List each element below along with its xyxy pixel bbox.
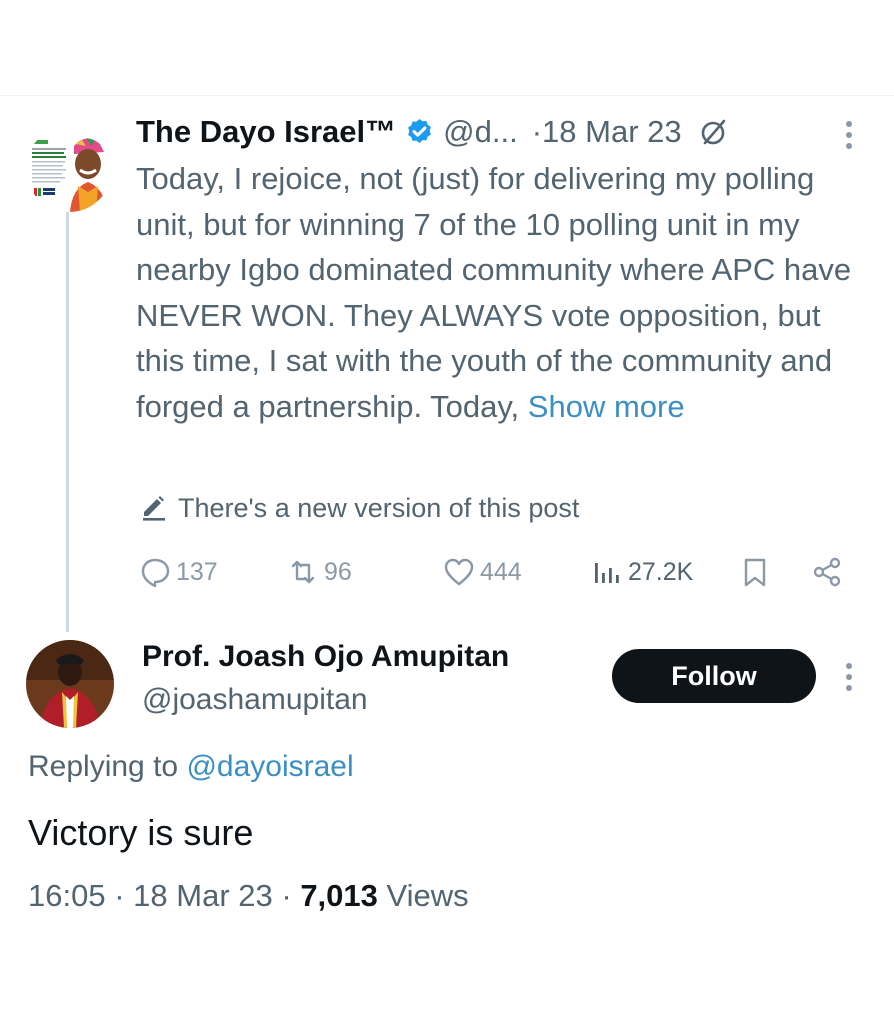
parent-author-handle[interactable]: @d... — [443, 114, 518, 150]
new-version-text: There's a new version of this post — [178, 492, 580, 523]
parent-tweet-text: Today, I rejoice, not (just) for deliver… — [136, 156, 866, 429]
replying-to-mention[interactable]: @dayoisrael — [186, 750, 353, 783]
date-separator: · — [531, 114, 543, 149]
reply-action[interactable]: 137 — [138, 554, 218, 590]
pencil-icon — [143, 496, 165, 521]
reply-time[interactable]: 16:05 — [28, 878, 106, 913]
bookmark-action[interactable] — [738, 554, 776, 590]
top-divider — [0, 95, 894, 96]
repost-icon — [291, 560, 315, 584]
profile-photo-image — [26, 640, 114, 728]
like-count: 444 — [480, 557, 522, 586]
parent-avatar[interactable] — [26, 126, 112, 212]
reply-views-label: Views — [386, 878, 469, 913]
reply-tweet-text: Victory is sure — [28, 812, 254, 853]
views-bar-chart-icon — [595, 563, 619, 583]
bookmark-icon — [744, 558, 766, 587]
parent-tweet-body: Today, I rejoice, not (just) for deliver… — [136, 161, 852, 424]
replying-to: Replying to @dayoisrael — [28, 750, 354, 784]
reply-views-count: 7,013 — [300, 878, 378, 913]
parent-tweet-date[interactable]: ·18 Mar 23 — [532, 114, 682, 150]
reply-tweet-meta: 16:05 · 18 Mar 23 · 7,013 Views — [28, 878, 469, 914]
follow-button[interactable]: Follow — [612, 649, 816, 703]
reply-count: 137 — [176, 557, 218, 586]
parent-tweet-actions: 137 96 444 27.2K — [136, 548, 866, 596]
views-count: 27.2K — [628, 557, 694, 586]
repost-count: 96 — [324, 557, 352, 586]
reply-date[interactable]: 18 Mar 23 — [133, 878, 273, 913]
reply-author-name[interactable]: Prof. Joash Ojo Amupitan — [142, 640, 509, 674]
views-action[interactable]: 27.2K — [590, 554, 693, 590]
thread-connector-line — [66, 198, 69, 632]
like-action[interactable]: 444 — [442, 554, 522, 590]
more-vertical-icon[interactable] — [836, 118, 862, 152]
meta-separator: · — [281, 878, 292, 913]
reply-icon — [141, 558, 170, 588]
edit-history-icon[interactable] — [698, 116, 730, 148]
parent-tweet-header: The Dayo Israel™ @d... ·18 Mar 23 — [136, 106, 856, 158]
parent-date-value: 18 Mar 23 — [542, 114, 682, 149]
more-vertical-icon[interactable] — [836, 660, 862, 694]
meta-separator: · — [114, 878, 125, 913]
parent-author-name[interactable]: The Dayo Israel™ — [136, 114, 396, 150]
campaign-poster-image — [26, 126, 112, 212]
reply-author-handle[interactable]: @joashamupitan — [142, 683, 368, 717]
new-version-notice[interactable]: There's a new version of this post — [136, 486, 579, 530]
reply-avatar[interactable] — [26, 640, 114, 728]
heart-icon — [444, 558, 474, 586]
show-more-link[interactable]: Show more — [528, 389, 685, 424]
share-icon — [813, 557, 841, 587]
verified-badge-icon — [408, 118, 432, 143]
replying-to-prefix: Replying to — [28, 750, 179, 783]
repost-action[interactable]: 96 — [286, 554, 352, 590]
share-action[interactable] — [810, 554, 848, 590]
